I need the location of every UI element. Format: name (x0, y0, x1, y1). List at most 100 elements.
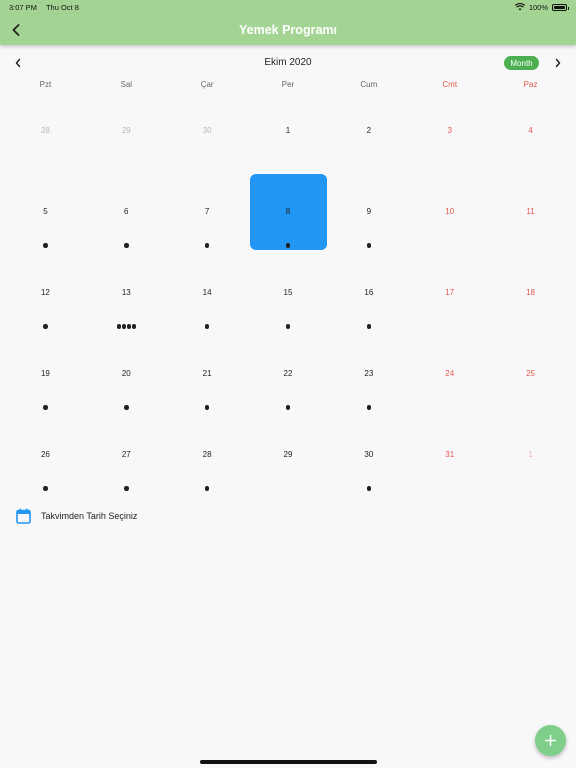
day-number: 4 (528, 126, 533, 135)
calendar-day[interactable]: 18 (490, 252, 571, 333)
day-number: 28 (202, 450, 212, 459)
event-marker-dot (124, 405, 129, 410)
status-date: Thu Oct 8 (45, 2, 79, 12)
day-number: 6 (124, 207, 129, 216)
calendar-grid: 28 29 30 1 2 3 4 5 6 7 8 9 10 11 12 13 14 15 16 17 18 19 20 21 2… (5, 90, 571, 495)
event-markers (5, 324, 86, 329)
next-month-button[interactable] (550, 55, 566, 71)
calendar-day[interactable]: 23 (328, 333, 409, 414)
status-time: 3:07 PM (9, 2, 37, 12)
back-button[interactable] (6, 20, 26, 40)
calendar-day-selected[interactable]: 8 (248, 171, 329, 252)
day-number: 14 (202, 288, 212, 297)
event-marker-dot (285, 243, 291, 248)
event-markers (86, 486, 167, 491)
calendar-day[interactable]: 13 (86, 252, 167, 333)
calendar-day[interactable]: 20 (86, 333, 167, 414)
day-number: 10 (445, 207, 455, 216)
day-number: 8 (285, 207, 291, 216)
calendar-day[interactable]: 21 (167, 333, 248, 414)
calendar-day[interactable]: 6 (86, 171, 167, 252)
day-number: 15 (283, 288, 293, 297)
event-marker-dot (43, 405, 48, 410)
day-number: 1 (285, 126, 291, 135)
calendar-day[interactable]: 17 (409, 252, 490, 333)
calendar-day[interactable]: 1 (490, 414, 571, 495)
calendar-day[interactable]: 29 (86, 90, 167, 171)
day-number: 16 (364, 288, 374, 297)
calendar-format-button[interactable]: Month (504, 56, 539, 70)
calendar-day[interactable]: 7 (167, 171, 248, 252)
day-number: 17 (445, 288, 455, 297)
battery-icon (552, 3, 569, 11)
day-number: 27 (121, 450, 131, 459)
calendar-day[interactable]: 27 (86, 414, 167, 495)
calendar-day[interactable]: 22 (248, 333, 329, 414)
calendar-day[interactable]: 5 (5, 171, 86, 252)
day-number: 29 (283, 450, 293, 459)
calendar-day[interactable]: 28 (167, 414, 248, 495)
calendar-day[interactable]: 26 (5, 414, 86, 495)
calendar-day[interactable]: 19 (5, 333, 86, 414)
day-number: 24 (445, 369, 455, 378)
calendar-day[interactable]: 16 (328, 252, 409, 333)
day-number: 1 (528, 450, 533, 459)
calendar-day[interactable]: 2 (328, 90, 409, 171)
day-number: 11 (526, 207, 535, 216)
calendar-day[interactable]: 31 (409, 414, 490, 495)
event-markers (248, 405, 329, 410)
calendar-day[interactable]: 30 (167, 90, 248, 171)
calendar-day[interactable]: 3 (409, 90, 490, 171)
calendar-day[interactable]: 28 (5, 90, 86, 171)
calendar-day[interactable]: 10 (409, 171, 490, 252)
event-markers (167, 405, 248, 410)
day-number: 30 (364, 450, 374, 459)
day-number: 25 (526, 369, 536, 378)
day-number: 23 (364, 369, 374, 378)
event-markers (5, 243, 86, 248)
event-marker-dot (204, 243, 210, 248)
day-number: 9 (366, 207, 372, 216)
calendar-day[interactable]: 24 (409, 333, 490, 414)
event-markers (248, 243, 329, 248)
calendar-day[interactable]: 14 (167, 252, 248, 333)
chevron-left-icon (12, 24, 20, 36)
event-marker-dot (43, 243, 48, 248)
battery-percent: 100% (528, 2, 548, 12)
date-picker-button[interactable]: Takvimden Tarih Seçiniz (16, 507, 137, 525)
wifi-icon (514, 3, 525, 11)
event-marker-dot (43, 324, 48, 329)
day-number: 12 (40, 288, 50, 297)
calendar-icon (16, 508, 31, 524)
calendar-header: Ekim 2020 Month (0, 54, 576, 72)
event-marker-dot (285, 324, 291, 329)
event-markers (167, 324, 248, 329)
calendar-day[interactable]: 29 (248, 414, 329, 495)
calendar-day[interactable]: 1 (248, 90, 329, 171)
calendar-day[interactable]: 4 (490, 90, 571, 171)
event-marker-dot (366, 243, 372, 248)
event-markers (167, 243, 248, 248)
day-number: 29 (121, 126, 131, 135)
add-button[interactable] (535, 725, 566, 756)
home-indicator (200, 760, 377, 764)
calendar-day[interactable]: 9 (328, 171, 409, 252)
event-marker-dot (124, 486, 129, 491)
calendar-day[interactable]: 11 (490, 171, 571, 252)
status-right: 100% (514, 2, 569, 12)
calendar-day[interactable]: 12 (5, 252, 86, 333)
day-number: 31 (445, 450, 455, 459)
event-marker-dot (285, 405, 291, 410)
calendar-day[interactable]: 25 (490, 333, 571, 414)
event-marker-dot (124, 243, 129, 248)
day-number: 5 (43, 207, 48, 216)
event-marker-dot (43, 486, 48, 491)
day-number: 22 (283, 369, 293, 378)
event-marker-dot (116, 324, 122, 329)
calendar-day[interactable]: 15 (248, 252, 329, 333)
day-number: 13 (121, 288, 131, 297)
event-markers (5, 405, 86, 410)
calendar-day[interactable]: 30 (328, 414, 409, 495)
event-markers (328, 405, 409, 410)
event-marker-dot (366, 405, 372, 410)
